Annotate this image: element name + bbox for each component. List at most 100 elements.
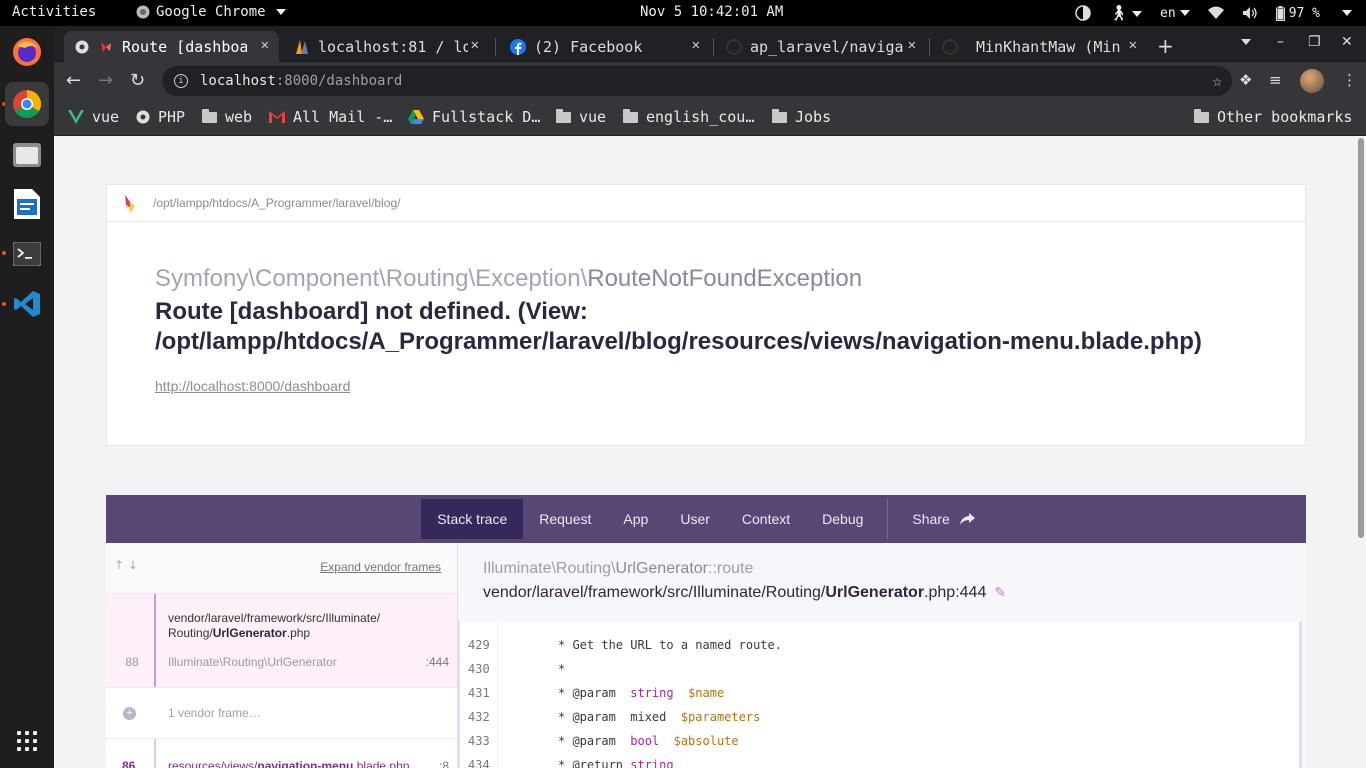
share-button[interactable]: Share xyxy=(896,499,990,539)
stack-frame[interactable]: 86 resources/views/navigation-menu.blade… xyxy=(106,739,457,768)
other-bookmarks[interactable]: Other bookmarks xyxy=(1194,108,1352,126)
close-window-button[interactable]: ✕ xyxy=(1341,34,1353,50)
browser-tab[interactable]: MinKhantMaw (Min ✕ xyxy=(932,31,1147,62)
frame-file-dir: Routing/ xyxy=(168,626,213,640)
exception-message: Route [dashboard] not defined. (View: /o… xyxy=(155,298,1202,355)
extensions-puzzle-icon[interactable]: ❖ xyxy=(1239,71,1252,89)
battery-indicator[interactable]: 97 % xyxy=(1275,5,1320,21)
bookmark-item[interactable]: PHP xyxy=(136,108,185,126)
maximize-button[interactable]: ❐ xyxy=(1308,34,1321,50)
profile-avatar[interactable] xyxy=(1300,69,1324,93)
forward-button[interactable]: → xyxy=(98,70,113,91)
chrome-menu-icon[interactable]: ⋮ xyxy=(1342,71,1357,89)
tab-context[interactable]: Context xyxy=(726,499,806,539)
expand-vendor-frames-link[interactable]: Expand vendor frames xyxy=(320,560,441,574)
browser-tab-active[interactable]: Route [dashboard ✕ xyxy=(64,31,279,62)
tab-search-chevron-icon[interactable] xyxy=(1237,34,1251,50)
vscode-launcher[interactable] xyxy=(5,282,49,326)
bookmark-label: Jobs xyxy=(795,108,832,126)
close-tab-icon[interactable]: ✕ xyxy=(261,37,269,53)
close-tab-icon[interactable]: ✕ xyxy=(692,37,700,53)
browser-tab[interactable]: localhost:81 / lo ✕ xyxy=(284,31,489,62)
writer-launcher[interactable] xyxy=(5,182,49,226)
frame-file-dir: resources/views/ xyxy=(168,759,258,768)
wifi-icon xyxy=(1207,6,1224,19)
request-url-link[interactable]: http://localhost:8000/dashboard xyxy=(155,378,350,394)
frame-navigation-arrows-icon[interactable]: ↑ ↓ xyxy=(114,558,138,572)
code-line-text: * @param mixed $parameters xyxy=(558,710,760,724)
stack-frame-selected[interactable]: vendor/laravel/framework/src/Illuminate/… xyxy=(106,594,457,688)
tab-request[interactable]: Request xyxy=(523,499,607,539)
vendor-frames-toggle[interactable]: + 1 vendor frame… xyxy=(106,688,457,739)
bookmark-label: All Mail -… xyxy=(293,108,393,126)
drive-icon xyxy=(408,110,424,124)
address-bar[interactable]: i localhost:8000/dashboard ☆ xyxy=(162,66,1232,96)
chrome-launcher[interactable] xyxy=(5,82,49,126)
reload-button[interactable]: ↻ xyxy=(130,70,145,91)
code-line-number: 429 xyxy=(468,638,490,652)
close-tab-icon[interactable]: ✕ xyxy=(908,37,916,53)
stack-frames-header: ↑ ↓ Expand vendor frames xyxy=(106,543,457,594)
language-label: en xyxy=(1160,5,1176,21)
close-tab-icon[interactable]: ✕ xyxy=(1129,37,1137,53)
tab-title: MinKhantMaw (Min xyxy=(976,37,1121,56)
terminal-icon xyxy=(13,242,41,266)
facebook-icon xyxy=(510,38,526,55)
ignition-logo-icon xyxy=(125,195,135,213)
bookmark-item[interactable]: web xyxy=(202,108,252,126)
frame-number: 86 xyxy=(122,759,136,768)
browser-tab[interactable]: (2) Facebook ✕ xyxy=(500,31,710,62)
system-tray[interactable]: 🚶︎ en 97 % xyxy=(1075,4,1352,22)
frame-line: :444 xyxy=(425,655,449,669)
tab-app[interactable]: App xyxy=(607,499,664,539)
code-token: string xyxy=(630,686,674,700)
battery-percent: 97 % xyxy=(1288,5,1320,21)
other-bookmarks-label: Other bookmarks xyxy=(1217,108,1353,126)
new-tab-button[interactable]: + xyxy=(1157,34,1174,58)
folder-icon xyxy=(623,108,638,123)
folder-icon xyxy=(772,108,787,123)
power-menu-chevron-icon[interactable] xyxy=(1342,10,1352,16)
tab-debug[interactable]: Debug xyxy=(806,499,879,539)
bookmark-item[interactable]: vue xyxy=(68,108,119,126)
bookmark-star-icon[interactable]: ☆ xyxy=(1212,71,1222,90)
minimize-button[interactable]: – xyxy=(1277,34,1284,50)
bookmark-item[interactable]: All Mail -… xyxy=(269,108,392,126)
tab-user[interactable]: User xyxy=(664,499,726,539)
activities-button[interactable]: Activities xyxy=(12,4,96,20)
show-applications-icon[interactable] xyxy=(17,731,37,751)
browser-toolbar: ← → ↻ i localhost:8000/dashboard ☆ ❖ ≡ ⋮ xyxy=(54,62,1366,100)
bookmark-item[interactable]: Jobs xyxy=(772,108,831,126)
battery-icon xyxy=(1275,5,1285,21)
bookmark-label: PHP xyxy=(158,108,186,126)
phpmyadmin-icon xyxy=(294,39,310,55)
code-snippet: 429 * Get the URL to a named route. 430 * 43… xyxy=(458,621,1302,768)
clock[interactable]: Nov 5 10:42:01 AM xyxy=(640,4,783,20)
site-info-icon[interactable]: i xyxy=(174,74,188,88)
back-button[interactable]: ← xyxy=(66,70,81,91)
frame-file-name: UrlGenerator xyxy=(212,626,287,640)
code-token: * @param xyxy=(558,686,631,700)
app-menu[interactable]: Google Chrome xyxy=(136,4,286,20)
close-tab-icon[interactable]: ✕ xyxy=(471,37,479,53)
language-indicator[interactable]: en xyxy=(1160,6,1190,21)
error-card: /opt/lampp/htdocs/A_Programmer/laravel/b… xyxy=(106,184,1306,446)
accessibility-icon[interactable]: 🚶︎ xyxy=(1109,4,1143,22)
tab-strip: Route [dashboard ✕ localhost:81 / lo ✕ (… xyxy=(54,26,1366,62)
bookmark-item[interactable]: english_cou… xyxy=(623,108,754,126)
firefox-launcher[interactable] xyxy=(5,30,49,74)
code-line-number: 430 xyxy=(468,662,490,676)
frame-method: Illuminate\Routing\UrlGenerator::route xyxy=(483,560,753,578)
edit-pencil-icon[interactable]: ✎ xyxy=(994,584,1006,600)
bookmark-item[interactable]: vue xyxy=(556,108,606,126)
url-path: :8000/dashboard xyxy=(275,73,403,89)
plus-circle-icon: + xyxy=(123,707,136,720)
files-launcher[interactable] xyxy=(5,132,49,176)
bookmark-item[interactable]: Fullstack D… xyxy=(408,108,540,126)
browser-tab[interactable]: ap_laravel/naviga ✕ xyxy=(716,31,926,62)
app-path: /opt/lampp/htdocs/A_Programmer/laravel/b… xyxy=(153,196,401,210)
media-control-icon[interactable]: ≡ xyxy=(1269,71,1282,89)
terminal-launcher[interactable] xyxy=(5,232,49,276)
tab-stack-trace[interactable]: Stack trace xyxy=(421,499,524,539)
page-scrollbar[interactable] xyxy=(1358,138,1364,538)
